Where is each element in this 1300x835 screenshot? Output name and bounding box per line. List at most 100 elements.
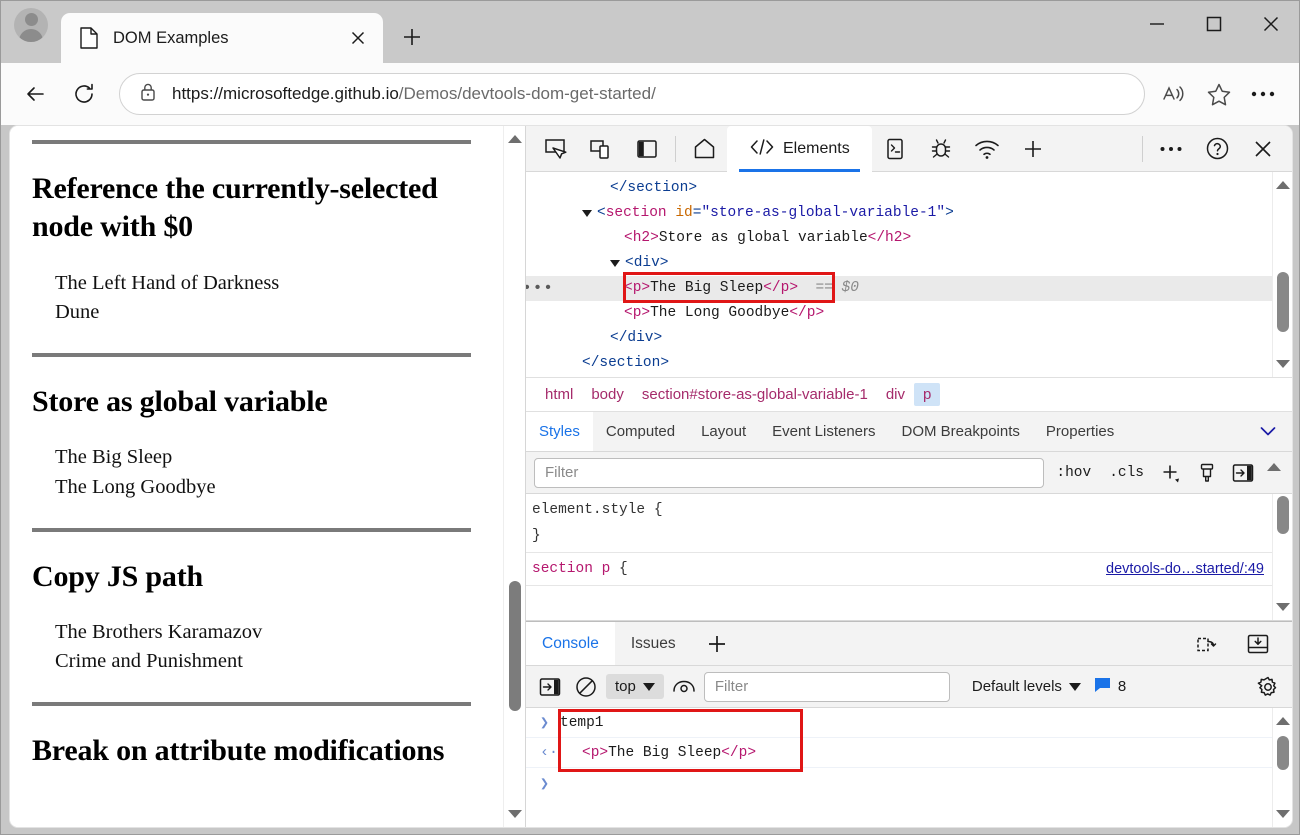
read-aloud-icon[interactable] — [1153, 73, 1197, 115]
profile-button[interactable] — [1, 1, 61, 63]
browser-settings-ellipsis-icon[interactable] — [1241, 73, 1285, 115]
breadcrumb-item-html[interactable]: html — [536, 383, 582, 406]
page-section: Reference the currently-selected node wi… — [32, 140, 471, 327]
maximize-icon[interactable] — [1185, 1, 1242, 47]
css-rule-element-style[interactable]: element.style { } — [526, 494, 1272, 553]
toggle-class-button[interactable]: .cls — [1103, 462, 1150, 484]
scroll-up-arrow-icon[interactable] — [1273, 710, 1292, 732]
close-tab-icon[interactable] — [343, 23, 373, 53]
dock-side-icon[interactable] — [624, 127, 670, 171]
tab-dom-breakpoints[interactable]: DOM Breakpoints — [889, 412, 1033, 451]
styles-scrollbar-top[interactable] — [1264, 452, 1284, 494]
tab-elements[interactable]: Elements — [727, 126, 872, 172]
dom-row[interactable]: </section> — [526, 351, 1272, 376]
show-sidebar-icon[interactable] — [534, 671, 566, 703]
title-bar: DOM Examples — [1, 1, 1299, 63]
clear-console-icon[interactable] — [570, 671, 602, 703]
devtools-close-icon[interactable] — [1240, 127, 1286, 171]
debugger-bug-icon[interactable] — [918, 127, 964, 171]
dom-row-selected[interactable]: ••• <p>The Big Sleep</p> == $0 — [526, 276, 1272, 301]
new-tab-button[interactable] — [389, 14, 435, 60]
console-levels-selector[interactable]: Default levels — [964, 678, 1089, 695]
breadcrumb-item-body[interactable]: body — [582, 383, 633, 406]
styles-scrollbar-thumb[interactable] — [1277, 496, 1289, 534]
page-scrollbar-thumb[interactable] — [509, 581, 521, 711]
dock-bottom-icon[interactable] — [1232, 633, 1284, 655]
css-rule-section-p[interactable]: section p { devtools-do…started/:49 — [526, 553, 1272, 586]
help-icon[interactable] — [1194, 127, 1240, 171]
css-rules-list[interactable]: element.style { } section p { devtools-d… — [526, 494, 1272, 620]
dom-row[interactable]: < section id = "store-as-global-variable-1"… — [526, 201, 1272, 226]
home-icon[interactable] — [681, 127, 727, 171]
dom-row[interactable]: <h2> Store as global variable </h2> — [526, 226, 1272, 251]
back-arrow-icon[interactable] — [15, 73, 57, 115]
tab-layout[interactable]: Layout — [688, 412, 759, 451]
browser-tab-dom-examples[interactable]: DOM Examples — [61, 13, 383, 63]
inspect-element-icon[interactable] — [532, 127, 578, 171]
scroll-down-arrow-icon[interactable] — [1273, 803, 1292, 825]
dom-row[interactable]: </div> — [526, 326, 1272, 351]
dom-tree-scrollbar[interactable] — [1272, 172, 1292, 377]
console-scrollbar[interactable] — [1272, 708, 1292, 827]
chevron-down-icon[interactable] — [1244, 412, 1292, 451]
console-input-entry[interactable]: ❯ temp1 — [526, 708, 1272, 738]
tab-properties[interactable]: Properties — [1033, 412, 1127, 451]
tab-event-listeners[interactable]: Event Listeners — [759, 412, 888, 451]
dom-text-node: The Long Goodbye — [650, 305, 790, 321]
render-sidebar-icon[interactable] — [1228, 458, 1258, 488]
add-rule-icon[interactable] — [1156, 458, 1186, 488]
eye-icon[interactable] — [668, 671, 700, 703]
close-icon[interactable] — [1242, 1, 1299, 47]
issue-bubble-icon — [1093, 676, 1112, 697]
scroll-up-arrow-icon[interactable] — [504, 128, 526, 150]
styles-filter-input[interactable]: Filter — [534, 457, 1045, 488]
css-source-link[interactable]: devtools-do…started/:49 — [1106, 556, 1264, 582]
dom-row[interactable]: </section> — [526, 176, 1272, 201]
add-panel-button[interactable] — [1010, 127, 1056, 171]
gear-icon[interactable] — [1252, 671, 1284, 703]
toggle-hover-state-button[interactable]: :hov — [1050, 462, 1097, 484]
devtools-more-ellipsis-icon[interactable] — [1148, 127, 1194, 171]
dom-row[interactable]: <p> The Long Goodbye </p> — [526, 301, 1272, 326]
styles-scrollbar[interactable] — [1272, 494, 1292, 620]
console-settings-icon[interactable] — [1180, 633, 1232, 655]
console-filter-input[interactable]: Filter — [703, 671, 950, 702]
twisty-open-icon[interactable] — [610, 260, 620, 267]
page-scrollbar[interactable] — [503, 126, 525, 827]
breadcrumb-item-section[interactable]: section#store-as-global-variable-1 — [633, 383, 877, 406]
console-prompt-row[interactable]: ❯ — [526, 768, 1272, 798]
dom-row[interactable]: <section id="copy-js-path-1">…</section> — [526, 376, 1272, 377]
network-wifi-icon[interactable] — [964, 127, 1010, 171]
console-terminal-icon[interactable] — [872, 127, 918, 171]
dom-tree[interactable]: </section> < section id = "store-as-global-… — [526, 172, 1272, 377]
console-issues-count[interactable]: 8 — [1093, 676, 1126, 697]
star-icon[interactable] — [1197, 73, 1241, 115]
console-scrollbar-thumb[interactable] — [1277, 736, 1289, 770]
tab-styles[interactable]: Styles — [526, 412, 593, 451]
scroll-down-arrow-icon[interactable] — [1273, 353, 1292, 375]
breadcrumb-item-p[interactable]: p — [914, 383, 941, 406]
reload-icon[interactable] — [63, 73, 105, 115]
add-drawer-tab-button[interactable] — [692, 622, 742, 665]
scroll-down-arrow-icon[interactable] — [1273, 596, 1292, 618]
tab-console[interactable]: Console — [526, 622, 615, 665]
minimize-icon[interactable] — [1128, 1, 1185, 47]
dom-row-menu-icon[interactable]: ••• — [526, 276, 553, 301]
console-prompt-icon: ❯ — [540, 775, 550, 793]
dom-tree-scrollbar-thumb[interactable] — [1277, 272, 1289, 332]
scroll-down-arrow-icon[interactable] — [504, 803, 526, 825]
console-result-entry[interactable]: ‹· <p> The Big Sleep </p> — [526, 738, 1272, 768]
address-bar[interactable]: https://microsoftedge.github.io/Demos/de… — [119, 73, 1145, 115]
scroll-up-arrow-icon[interactable] — [1273, 174, 1292, 196]
breadcrumb-item-div[interactable]: div — [877, 383, 914, 406]
device-emulation-icon[interactable] — [578, 127, 624, 171]
console-output[interactable]: ❯ temp1 ‹· <p> The Big Sleep </p> ❯ — [526, 708, 1272, 827]
paintbrush-icon[interactable] — [1192, 458, 1222, 488]
dom-row[interactable]: <div> — [526, 251, 1272, 276]
tab-issues[interactable]: Issues — [615, 622, 692, 665]
dom-close-tag: </section> — [610, 180, 698, 196]
tab-computed[interactable]: Computed — [593, 412, 688, 451]
scroll-up-arrow-icon[interactable] — [1264, 456, 1284, 478]
twisty-open-icon[interactable] — [582, 210, 592, 217]
console-context-selector[interactable]: top — [606, 674, 664, 699]
